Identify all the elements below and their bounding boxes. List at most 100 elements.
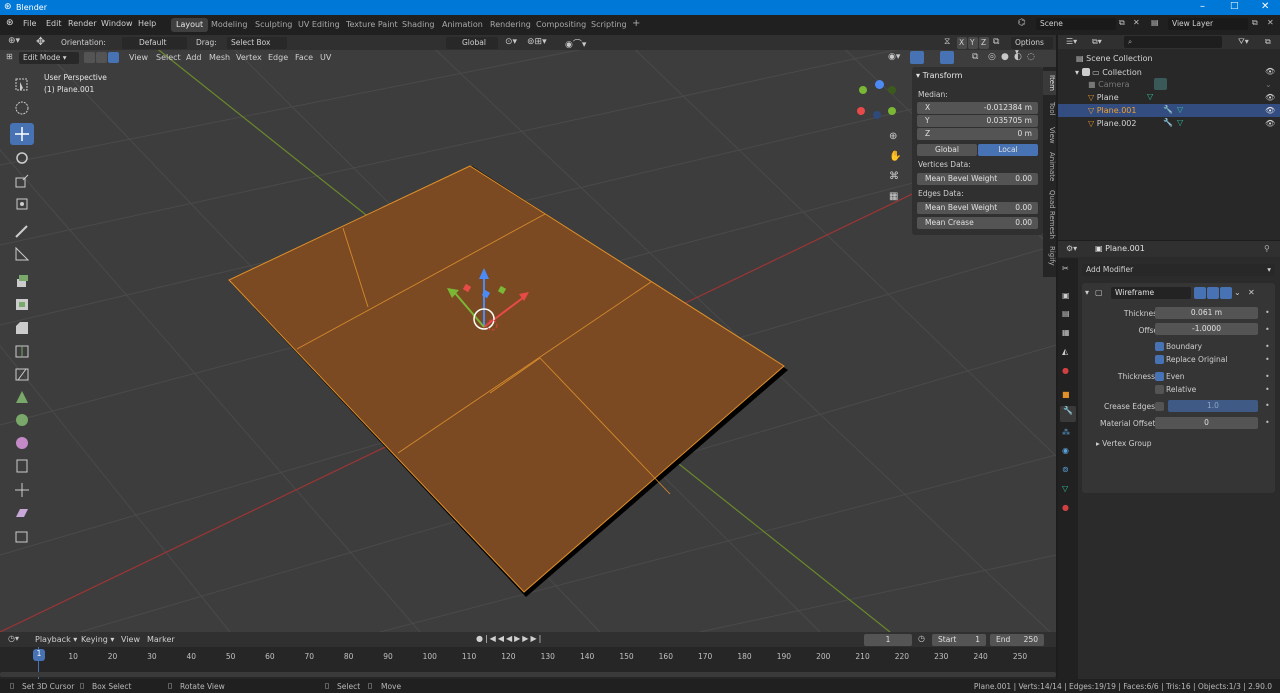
render-tab-icon[interactable]: ▣ bbox=[1062, 291, 1070, 300]
menu-mesh[interactable]: Mesh bbox=[209, 53, 230, 62]
collection-visibility-icon[interactable]: 👁 bbox=[1265, 67, 1275, 76]
start-frame-field[interactable]: Start 1 bbox=[932, 634, 986, 646]
pin-icon[interactable]: ⚲ bbox=[1264, 244, 1270, 253]
poly-build-tool[interactable] bbox=[10, 386, 34, 408]
local-toggle[interactable]: Local bbox=[978, 144, 1038, 156]
material-offset-field[interactable]: 0 bbox=[1155, 417, 1258, 429]
tab-rigify[interactable]: Rigify bbox=[1043, 243, 1056, 269]
3d-viewport[interactable] bbox=[0, 35, 1056, 632]
smooth-tool[interactable] bbox=[10, 432, 34, 454]
minimize-icon[interactable]: – bbox=[1200, 1, 1205, 12]
menu-playback[interactable]: Playback ▾ bbox=[35, 635, 77, 644]
maximize-icon[interactable]: □ bbox=[1230, 1, 1239, 11]
menu-select[interactable]: Select bbox=[156, 53, 181, 62]
plane002-visibility-icon[interactable]: 👁 bbox=[1265, 119, 1275, 128]
axis-x-toggle[interactable]: X bbox=[957, 37, 967, 49]
median-z-field[interactable]: Z0 m bbox=[917, 128, 1038, 140]
tab-uv-editing[interactable]: UV Editing bbox=[293, 18, 345, 32]
tab-scripting[interactable]: Scripting bbox=[586, 18, 632, 32]
particles-tab-icon[interactable]: ⁂ bbox=[1062, 428, 1070, 437]
mirror-icon[interactable]: ⧖ bbox=[944, 37, 950, 47]
camera-data-icon[interactable] bbox=[1154, 78, 1167, 90]
menu-edit[interactable]: Edit bbox=[46, 19, 62, 28]
render-toggle-icon[interactable] bbox=[1220, 287, 1232, 299]
axis-y-toggle[interactable]: Y bbox=[968, 37, 978, 49]
bevel-tool[interactable] bbox=[10, 317, 34, 339]
add-workspace-button[interactable]: + bbox=[627, 16, 645, 30]
menu-timeline-view[interactable]: View bbox=[121, 635, 140, 644]
menu-render[interactable]: Render bbox=[68, 19, 96, 28]
physics-tab-icon[interactable]: ◉ bbox=[1062, 446, 1069, 455]
object-tab-icon[interactable]: ■ bbox=[1062, 390, 1070, 399]
close-icon[interactable]: ✕ bbox=[1261, 1, 1269, 12]
camera-view-icon[interactable]: ⌘ bbox=[889, 171, 899, 182]
viewport-scene[interactable] bbox=[0, 35, 1056, 632]
plane002-modifier-icon[interactable]: 🔧 bbox=[1163, 118, 1173, 127]
edge-select-icon[interactable] bbox=[96, 52, 107, 63]
drag-dropdown[interactable]: Select Box bbox=[227, 37, 287, 49]
filter-icon[interactable]: ⛛▾ bbox=[1238, 37, 1249, 47]
crease-weight-field[interactable]: 1.0 bbox=[1168, 400, 1258, 412]
offset-keyframe-icon[interactable]: • bbox=[1265, 325, 1270, 334]
transform-section-header[interactable]: ▾ Transform bbox=[916, 71, 962, 80]
outliner-item-plane001[interactable]: ▽ Plane.001 bbox=[1088, 106, 1136, 115]
outliner-editor-icon[interactable]: ☰▾ bbox=[1066, 37, 1077, 46]
mean-crease-field[interactable]: Mean Crease 0.00 bbox=[917, 217, 1038, 229]
outliner-item-camera[interactable]: ■ Camera bbox=[1088, 80, 1130, 89]
tab-compositing[interactable]: Compositing bbox=[531, 18, 591, 32]
tab-quad-remesh[interactable]: Quad Remesh bbox=[1043, 189, 1056, 239]
tab-texture-paint[interactable]: Texture Paint bbox=[341, 18, 403, 32]
menu-edge[interactable]: Edge bbox=[268, 53, 288, 62]
perspective-toggle-icon[interactable]: ▦ bbox=[889, 191, 898, 202]
thickness-keyframe-icon[interactable]: • bbox=[1265, 308, 1270, 317]
orientation-dropdown[interactable]: Default bbox=[122, 37, 187, 49]
snap-icon[interactable]: ⊚⊞▾ bbox=[527, 37, 547, 47]
display-mode-icon[interactable]: ⧉▾ bbox=[1092, 37, 1102, 47]
playback-controls[interactable]: ●|◀◀◀▶▶▶| bbox=[476, 634, 543, 643]
inset-tool[interactable] bbox=[10, 293, 34, 315]
modifier-menu-icon[interactable]: ⌄ bbox=[1234, 288, 1241, 297]
properties-editor-icon[interactable]: ⚙▾ bbox=[1066, 244, 1077, 253]
select-tool[interactable] bbox=[10, 74, 34, 96]
annotate-tool[interactable] bbox=[10, 220, 34, 242]
blender-menu-icon[interactable]: ⊛ bbox=[6, 18, 14, 28]
tool-tab-icon[interactable]: ✂ bbox=[1062, 264, 1069, 273]
loop-cut-tool[interactable] bbox=[10, 340, 34, 362]
replace-original-keyframe-icon[interactable]: • bbox=[1265, 355, 1270, 364]
replace-original-checkbox[interactable] bbox=[1155, 355, 1164, 364]
boundary-checkbox[interactable] bbox=[1155, 342, 1164, 351]
timeline-scrollbar[interactable] bbox=[0, 672, 1056, 677]
add-modifier-button[interactable]: Add Modifier ▾ bbox=[1082, 264, 1275, 276]
menu-vertex[interactable]: Vertex bbox=[236, 53, 262, 62]
knife-tool[interactable] bbox=[10, 363, 34, 385]
plane001-visibility-icon[interactable]: 👁 bbox=[1265, 106, 1275, 115]
modifier-remove-icon[interactable]: ✕ bbox=[1248, 288, 1255, 297]
zoom-icon[interactable]: ⊕ bbox=[889, 131, 897, 142]
mesh-options-icon[interactable]: ⧉ bbox=[993, 37, 999, 47]
face-select-icon[interactable] bbox=[108, 52, 119, 63]
timeline-editor-icon[interactable]: ◷▾ bbox=[8, 634, 19, 643]
crease-keyframe-icon[interactable]: • bbox=[1265, 401, 1270, 410]
menu-face[interactable]: Face bbox=[295, 53, 313, 62]
tab-shading[interactable]: Shading bbox=[397, 18, 440, 32]
end-frame-field[interactable]: End 250 bbox=[990, 634, 1044, 646]
modifier-collapse-icon[interactable]: ▾ bbox=[1085, 288, 1089, 297]
tab-animate[interactable]: Animate bbox=[1043, 149, 1056, 185]
scene-collection-row[interactable]: ▤ Scene Collection bbox=[1076, 54, 1153, 63]
options-dropdown[interactable]: Options ▾ bbox=[1011, 37, 1053, 56]
viewport-toggle-icon[interactable] bbox=[1207, 287, 1219, 299]
vertex-group-subpanel[interactable]: ▸ Vertex Group bbox=[1096, 439, 1151, 448]
pan-hand-icon[interactable]: ✋ bbox=[889, 151, 901, 162]
mode-dropdown[interactable]: Edit Mode ▾ bbox=[19, 52, 79, 64]
transform-pivot-icon[interactable]: ✥ bbox=[36, 35, 45, 48]
current-frame-field[interactable]: 1 bbox=[864, 634, 912, 646]
output-tab-icon[interactable]: ▤ bbox=[1062, 309, 1070, 318]
global-toggle[interactable]: Global bbox=[917, 144, 977, 156]
axis-z-toggle[interactable]: Z bbox=[979, 37, 989, 49]
pivot-point-icon[interactable]: ⊙▾ bbox=[505, 37, 517, 47]
tab-sculpting[interactable]: Sculpting bbox=[250, 18, 297, 32]
plane002-mesh-icon[interactable]: ▽ bbox=[1177, 118, 1183, 127]
material-offset-keyframe-icon[interactable]: • bbox=[1265, 418, 1270, 427]
plane-mesh-icon[interactable]: ▽ bbox=[1147, 92, 1153, 101]
rotate-tool[interactable] bbox=[10, 147, 34, 169]
